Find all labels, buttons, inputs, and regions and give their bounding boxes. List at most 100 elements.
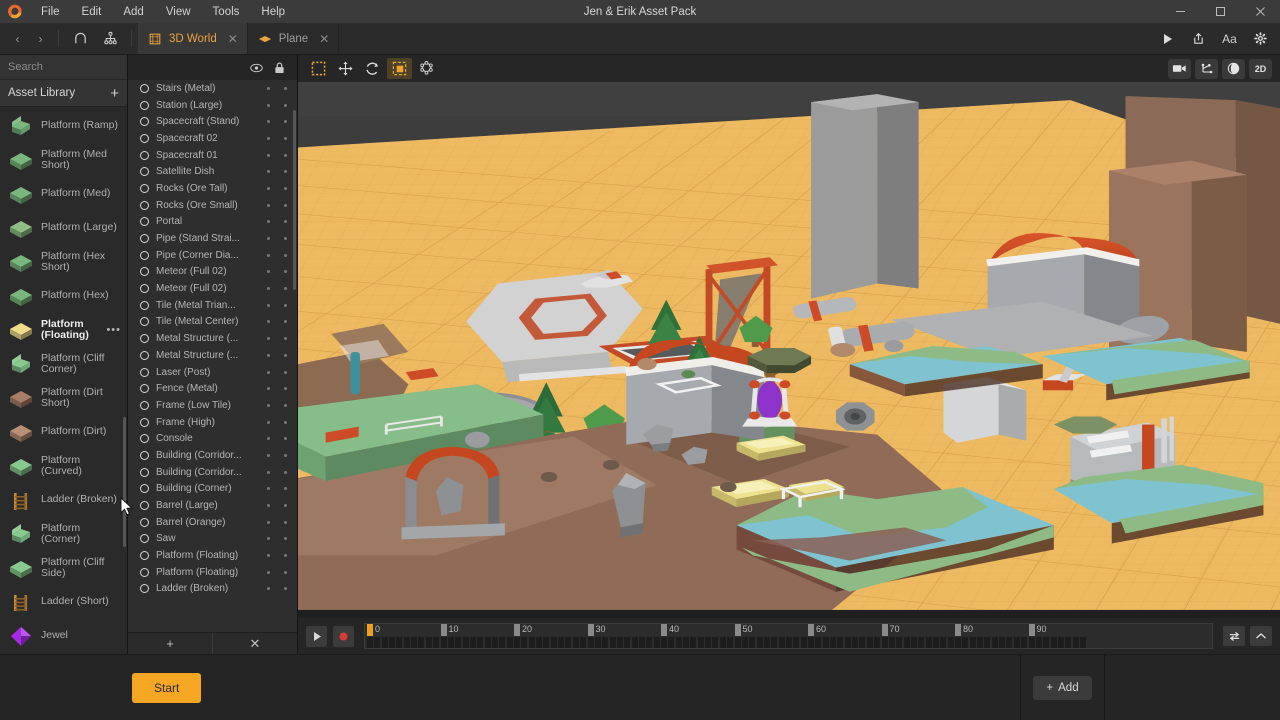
visibility-dot[interactable]: [267, 370, 270, 374]
close-button[interactable]: [1240, 0, 1280, 23]
outliner-item[interactable]: Satellite Dish: [128, 163, 297, 180]
scale-tool-button[interactable]: [387, 58, 412, 79]
select-tool-button[interactable]: [306, 58, 331, 79]
minimize-button[interactable]: [1160, 0, 1200, 23]
outliner-list[interactable]: Stairs (Metal) Station (Large) Spacecraft …: [128, 80, 297, 632]
asset-item[interactable]: Jewel: [0, 619, 127, 653]
lock-dot[interactable]: [284, 253, 287, 257]
asset-list[interactable]: Platform (Ramp) Platform (Med Short) Pla…: [0, 107, 127, 654]
asset-item[interactable]: Platform (Dirt): [0, 415, 127, 449]
asset-item[interactable]: Ladder (Short): [0, 585, 127, 619]
asset-item[interactable]: Platform (Floating) •••: [0, 313, 127, 347]
outliner-item[interactable]: Rocks (Ore Tall): [128, 180, 297, 197]
timeline-record-button[interactable]: [333, 625, 354, 647]
visibility-dot[interactable]: [267, 203, 270, 207]
maximize-button[interactable]: [1200, 0, 1240, 23]
outliner-item[interactable]: Laser (Post): [128, 364, 297, 381]
outliner-item[interactable]: Building (Corridor...: [128, 447, 297, 464]
lock-dot[interactable]: [284, 170, 287, 174]
timeline-playhead[interactable]: [367, 624, 373, 636]
outliner-item[interactable]: Tile (Metal Center): [128, 314, 297, 331]
asset-item[interactable]: Platform (Hex): [0, 279, 127, 313]
outliner-item[interactable]: Console: [128, 430, 297, 447]
outliner-item[interactable]: Building (Corridor...: [128, 464, 297, 481]
outliner-item[interactable]: Tile (Metal Trian...: [128, 297, 297, 314]
menu-tools[interactable]: Tools: [202, 0, 251, 23]
visibility-dot[interactable]: [267, 453, 270, 457]
visibility-dot[interactable]: [267, 86, 270, 90]
lock-dot[interactable]: [284, 303, 287, 307]
lock-dot[interactable]: [284, 504, 287, 508]
lock-dot[interactable]: [284, 554, 287, 558]
tab-plane[interactable]: Plane ✕: [248, 23, 340, 54]
outliner-item[interactable]: Platform (Floating): [128, 547, 297, 564]
asset-item[interactable]: Platform (Med Short): [0, 143, 127, 177]
lock-dot[interactable]: [284, 103, 287, 107]
lock-dot[interactable]: [284, 520, 287, 524]
move-tool-button[interactable]: [333, 58, 358, 79]
lock-dot[interactable]: [284, 120, 287, 124]
lock-dot[interactable]: [284, 270, 287, 274]
asset-item[interactable]: Platform (Ramp): [0, 109, 127, 143]
outliner-item[interactable]: Station (Large): [128, 97, 297, 114]
timeline-marker[interactable]: [808, 624, 814, 636]
globe-icon[interactable]: [1222, 58, 1245, 79]
lock-dot[interactable]: [284, 320, 287, 324]
home-icon[interactable]: [65, 23, 95, 54]
axis-icon[interactable]: [1195, 58, 1218, 79]
asset-item[interactable]: Platform (Corner): [0, 517, 127, 551]
add-asset-button[interactable]: +: [110, 86, 119, 101]
outliner-item[interactable]: Meteor (Full 02): [128, 264, 297, 281]
outliner-item[interactable]: Pipe (Stand Strai...: [128, 230, 297, 247]
asset-item[interactable]: Platform (Curved): [0, 449, 127, 483]
visibility-dot[interactable]: [267, 520, 270, 524]
lock-dot[interactable]: [284, 470, 287, 474]
text-button[interactable]: Aa: [1214, 23, 1245, 54]
outliner-item[interactable]: Pipe (Corner Dia...: [128, 247, 297, 264]
lock-dot[interactable]: [284, 186, 287, 190]
settings-gear-icon[interactable]: [1245, 23, 1276, 54]
visibility-dot[interactable]: [267, 287, 270, 291]
lock-dot[interactable]: [284, 570, 287, 574]
eye-icon[interactable]: [250, 63, 263, 73]
menu-add[interactable]: Add: [112, 0, 154, 23]
play-button[interactable]: [1152, 23, 1183, 54]
timeline-marker[interactable]: [734, 624, 741, 636]
asset-item[interactable]: Platform (Med): [0, 177, 127, 211]
lock-dot[interactable]: [284, 453, 287, 457]
lock-dot[interactable]: [284, 153, 287, 157]
view-2d-button[interactable]: 2D: [1249, 58, 1272, 79]
timeline-track[interactable]: 0 10 20 30 40 50 60 70 80 90: [364, 623, 1213, 649]
visibility-dot[interactable]: [267, 220, 270, 224]
lock-dot[interactable]: [284, 220, 287, 224]
visibility-dot[interactable]: [267, 487, 270, 491]
outliner-item[interactable]: Ladder (Broken): [128, 581, 297, 598]
timeline-marker[interactable]: [587, 624, 594, 636]
visibility-dot[interactable]: [267, 103, 270, 107]
outliner-item[interactable]: Fence (Metal): [128, 380, 297, 397]
tab-3d-world[interactable]: 3D World ✕: [138, 23, 248, 54]
visibility-dot[interactable]: [267, 337, 270, 341]
visibility-dot[interactable]: [267, 237, 270, 241]
timeline-collapse-button[interactable]: [1250, 626, 1272, 646]
timeline-marker[interactable]: [881, 624, 888, 636]
outliner-item[interactable]: Meteor (Full 02): [128, 280, 297, 297]
lock-dot[interactable]: [284, 136, 287, 140]
lock-dot[interactable]: [284, 287, 287, 291]
tab-close-icon[interactable]: ✕: [228, 32, 238, 46]
lock-dot[interactable]: [284, 437, 287, 441]
outliner-item[interactable]: Rocks (Ore Small): [128, 197, 297, 214]
asset-list-scrollbar[interactable]: [123, 417, 126, 547]
visibility-dot[interactable]: [267, 437, 270, 441]
visibility-dot[interactable]: [267, 303, 270, 307]
lock-dot[interactable]: [284, 487, 287, 491]
back-button[interactable]: ‹: [6, 27, 29, 50]
visibility-dot[interactable]: [267, 320, 270, 324]
timeline-marker[interactable]: [661, 624, 667, 636]
start-button[interactable]: Start: [132, 672, 202, 703]
outliner-item[interactable]: Spacecraft (Stand): [128, 113, 297, 130]
outliner-item[interactable]: Metal Structure (...: [128, 330, 297, 347]
lock-dot[interactable]: [284, 537, 287, 541]
lock-dot[interactable]: [284, 203, 287, 207]
visibility-dot[interactable]: [267, 186, 270, 190]
